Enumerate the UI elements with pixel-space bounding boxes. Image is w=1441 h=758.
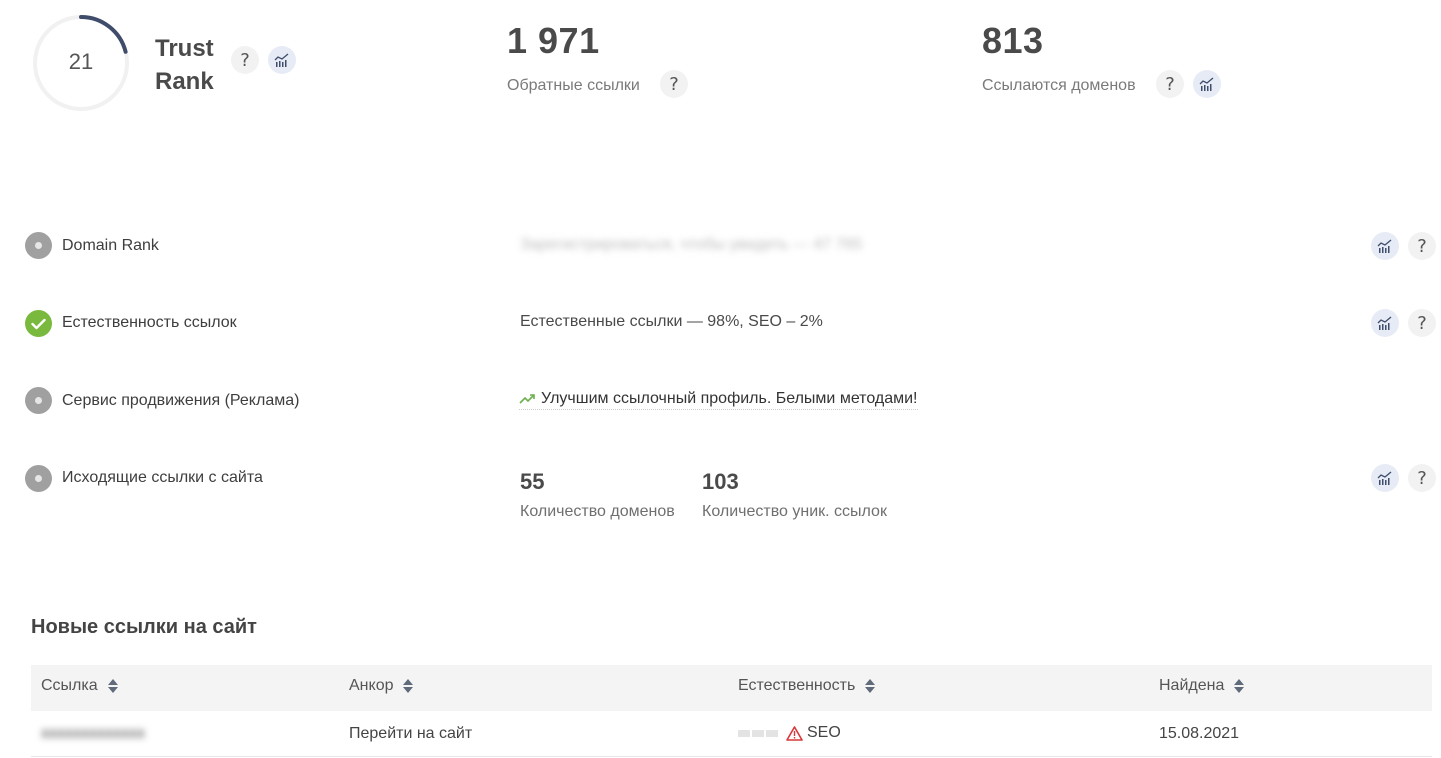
question-icon: ?: [1417, 467, 1427, 489]
chart-icon: [1377, 471, 1392, 485]
domain-rank-status-icon: [25, 232, 52, 259]
column-header-link-label: Ссылка: [41, 677, 98, 694]
naturalness-status-icon: [25, 310, 52, 337]
domain-rank-chart-button[interactable]: [1371, 232, 1399, 260]
naturalness-chart-button[interactable]: [1371, 309, 1399, 337]
chart-icon: [274, 53, 289, 67]
trust-rank-help-button[interactable]: ?: [231, 46, 259, 74]
outgoing-domains-count: 55: [520, 469, 545, 494]
cell-anchor: Перейти на сайт: [349, 725, 473, 742]
chart-icon: [1377, 239, 1392, 253]
table-row: xxxxxxxxxxxxx Перейти на сайт SEO 15.08.…: [31, 711, 1432, 757]
trust-rank-title: Trust Rank: [155, 32, 214, 98]
sort-icon: [403, 679, 414, 693]
promotion-ad-text: Улучшим ссылочный профиль. Белыми метода…: [541, 390, 918, 407]
domain-rank-help-button[interactable]: ?: [1408, 232, 1436, 260]
domain-rank-label: Domain Rank: [62, 237, 159, 254]
naturalness-help-button[interactable]: ?: [1408, 309, 1436, 337]
ref-domains-chart-button[interactable]: [1193, 70, 1221, 98]
column-header-naturalness-label: Естественность: [738, 677, 856, 694]
backlinks-help-button[interactable]: ?: [660, 70, 688, 98]
cell-naturalness: SEO: [738, 724, 841, 742]
naturalness-value: Естественные ссылки — 98%, SEO – 2%: [520, 313, 823, 330]
trust-rank-title-line1: Trust: [155, 35, 214, 62]
cell-link[interactable]: xxxxxxxxxxxxx: [41, 725, 145, 743]
ref-domains-help-button[interactable]: ?: [1156, 70, 1184, 98]
promotion-label: Сервис продвижения (Реклама): [62, 392, 300, 409]
column-header-anchor[interactable]: Анкор: [349, 677, 414, 695]
promotion-ad-link[interactable]: Улучшим ссылочный профиль. Белыми метода…: [519, 390, 918, 410]
new-links-table-header: Ссылка Анкор Естественность Найдена: [31, 665, 1432, 711]
column-header-found[interactable]: Найдена: [1159, 677, 1245, 695]
column-header-naturalness[interactable]: Естественность: [738, 677, 876, 695]
chart-icon: [1199, 77, 1214, 91]
backlinks-count: 1 971: [507, 20, 600, 61]
question-icon: ?: [1417, 312, 1427, 334]
outgoing-links-count: 103: [702, 469, 739, 494]
warning-triangle-icon: [786, 725, 803, 741]
question-icon: ?: [1165, 73, 1175, 95]
checkmark-icon: [31, 318, 46, 329]
outgoing-domains-label: Количество доменов: [520, 503, 675, 520]
naturalness-label: Естественность ссылок: [62, 314, 237, 331]
trust-rank-title-line2: Rank: [155, 68, 214, 95]
naturalness-bars: [738, 729, 778, 737]
outgoing-label: Исходящие ссылки с сайта: [62, 469, 263, 486]
outgoing-status-icon: [25, 465, 52, 492]
ref-domains-label: Ссылаются доменов: [982, 77, 1136, 94]
trust-rank-chart-button[interactable]: [268, 46, 296, 74]
domain-rank-value: Зарегистрироваться, чтобы увидеть — 47 7…: [520, 236, 863, 253]
outgoing-help-button[interactable]: ?: [1408, 464, 1436, 492]
trust-rank-value: 21: [68, 49, 94, 74]
trust-rank-gauge: 21: [30, 12, 132, 114]
column-header-found-label: Найдена: [1159, 677, 1225, 694]
outgoing-chart-button[interactable]: [1371, 464, 1399, 492]
promotion-status-icon: [25, 387, 52, 414]
outgoing-links-label: Количество уник. ссылок: [702, 503, 887, 520]
chart-icon: [1377, 316, 1392, 330]
trend-up-icon: [519, 394, 535, 404]
sort-icon: [1234, 679, 1245, 693]
new-links-title: Новые ссылки на сайт: [31, 616, 257, 638]
cell-naturalness-label: SEO: [807, 724, 841, 741]
backlinks-label: Обратные ссылки: [507, 77, 640, 94]
question-icon: ?: [240, 49, 250, 71]
row-divider: [31, 756, 1432, 757]
question-icon: ?: [669, 73, 679, 95]
column-header-anchor-label: Анкор: [349, 677, 394, 694]
column-header-link[interactable]: Ссылка: [41, 677, 118, 695]
cell-found-date: 15.08.2021: [1159, 725, 1240, 742]
ref-domains-count: 813: [982, 20, 1044, 61]
question-icon: ?: [1417, 235, 1427, 257]
sort-icon: [865, 679, 876, 693]
sort-icon: [107, 679, 118, 693]
